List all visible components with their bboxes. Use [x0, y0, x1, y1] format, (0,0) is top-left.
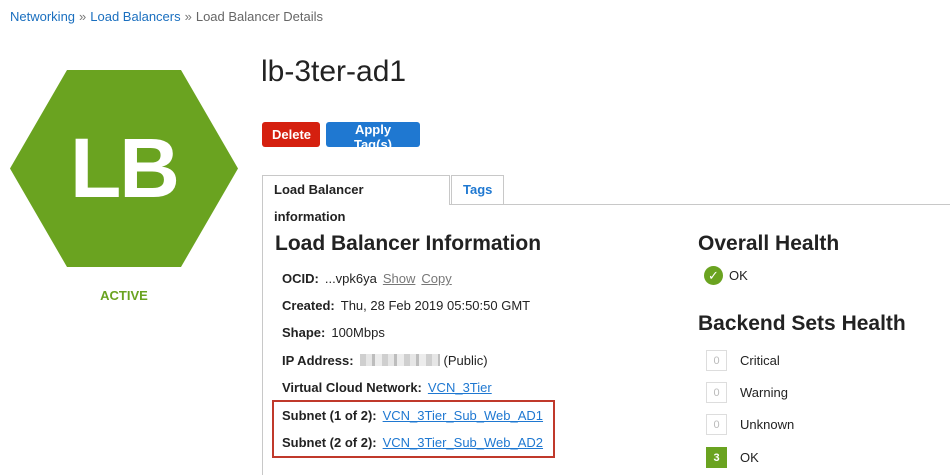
- breadcrumb-current: Load Balancer Details: [195, 9, 324, 24]
- breadcrumb-separator: »: [184, 9, 192, 24]
- overall-health-status: ✓ OK: [704, 266, 748, 285]
- ocid-copy-link[interactable]: Copy: [421, 271, 451, 286]
- critical-label: Critical: [740, 353, 780, 368]
- vcn-link[interactable]: VCN_3Tier: [428, 380, 492, 395]
- ip-address-row: IP Address: (Public): [282, 353, 488, 368]
- subnet-2-label: Subnet (2 of 2):: [282, 435, 377, 450]
- shape-value: 100Mbps: [331, 325, 385, 340]
- overall-health-heading: Overall Health: [698, 232, 840, 255]
- overall-health-text: OK: [729, 268, 748, 283]
- ip-address-suffix: (Public): [443, 353, 488, 368]
- shape-label: Shape:: [282, 325, 326, 340]
- load-balancer-hexagon-icon: LB: [10, 70, 238, 267]
- subnet-2-row: Subnet (2 of 2): VCN_3Tier_Sub_Web_AD2: [282, 435, 543, 450]
- breadcrumb-networking[interactable]: Networking: [10, 9, 75, 24]
- tab-tags[interactable]: Tags: [451, 175, 504, 204]
- lb-info-heading: Load Balancer Information: [275, 232, 542, 255]
- backend-health-critical: 0 Critical: [706, 350, 780, 371]
- tab-load-balancer-information[interactable]: Load Balancer information: [262, 175, 450, 224]
- breadcrumb-separator: »: [79, 9, 87, 24]
- status-badge: ACTIVE: [100, 288, 148, 303]
- backend-health-unknown: 0 Unknown: [706, 414, 794, 435]
- ok-count: 3: [706, 447, 727, 468]
- created-row: Created: Thu, 28 Feb 2019 05:50:50 GMT: [282, 298, 530, 313]
- shape-row: Shape: 100Mbps: [282, 325, 385, 340]
- ok-label: OK: [740, 450, 759, 465]
- breadcrumb: Networking» Load Balancers» Load Balancer …: [10, 9, 323, 24]
- ip-address-label: IP Address:: [282, 353, 354, 368]
- backend-health-ok: 3 OK: [706, 447, 759, 468]
- ocid-show-link[interactable]: Show: [383, 271, 416, 286]
- page-title: lb-3ter-ad1: [261, 55, 407, 88]
- subnet-1-label: Subnet (1 of 2):: [282, 408, 377, 423]
- unknown-count: 0: [706, 414, 727, 435]
- subnet-1-row: Subnet (1 of 2): VCN_3Tier_Sub_Web_AD1: [282, 408, 543, 423]
- critical-count: 0: [706, 350, 727, 371]
- warning-label: Warning: [740, 385, 788, 400]
- delete-button[interactable]: Delete: [262, 122, 320, 147]
- vcn-label: Virtual Cloud Network:: [282, 380, 422, 395]
- subnet-2-link[interactable]: VCN_3Tier_Sub_Web_AD2: [383, 435, 543, 450]
- warning-count: 0: [706, 382, 727, 403]
- hexagon-label: LB: [70, 121, 180, 215]
- ocid-row: OCID: ...vpk6ya Show Copy: [282, 271, 452, 286]
- ocid-label: OCID:: [282, 271, 319, 286]
- content-left-border: [262, 205, 263, 475]
- subnet-1-link[interactable]: VCN_3Tier_Sub_Web_AD1: [383, 408, 543, 423]
- backend-health-warning: 0 Warning: [706, 382, 788, 403]
- created-label: Created:: [282, 298, 335, 313]
- created-value: Thu, 28 Feb 2019 05:50:50 GMT: [340, 298, 531, 313]
- vcn-row: Virtual Cloud Network: VCN_3Tier: [282, 380, 492, 395]
- apply-tags-button[interactable]: Apply Tag(s): [326, 122, 420, 152]
- breadcrumb-load-balancers[interactable]: Load Balancers: [90, 9, 180, 24]
- backend-health-heading: Backend Sets Health: [698, 312, 906, 335]
- ip-address-redacted: [359, 354, 440, 366]
- unknown-label: Unknown: [740, 417, 795, 432]
- check-circle-icon: ✓: [704, 266, 723, 285]
- tab-bar: Load Balancer information Tags: [262, 175, 950, 224]
- ocid-value: ...vpk6ya: [324, 271, 377, 286]
